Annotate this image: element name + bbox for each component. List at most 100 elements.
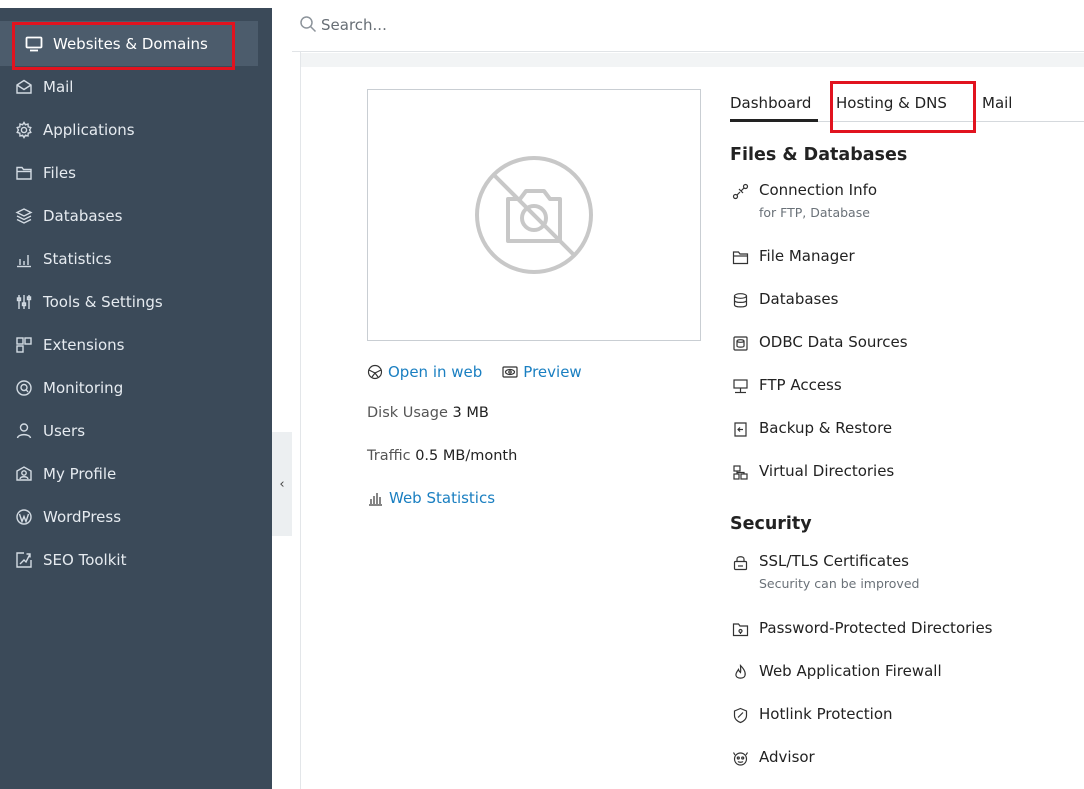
advisor-label: Advisor (759, 748, 815, 766)
ssl-tls-label: SSL/TLS Certificates (759, 552, 909, 570)
virtual-directories-item[interactable]: Virtual Directories (730, 462, 894, 482)
backup-restore-item[interactable]: Backup & Restore (730, 419, 892, 439)
sidebar-item-monitoring[interactable]: Monitoring (14, 370, 272, 406)
ftp-access-item[interactable]: FTP Access (730, 376, 842, 396)
envelope-icon (14, 77, 34, 97)
sidebar-item-extensions[interactable]: Extensions (14, 327, 272, 363)
sidebar-top-strip (0, 0, 272, 8)
search-input[interactable] (321, 12, 721, 38)
connection-info-item[interactable]: Connection Info for FTP, Database (730, 181, 877, 220)
lock-icon (730, 552, 750, 572)
web-statistics-label: Web Statistics (389, 489, 496, 507)
site-links-row: Open in web Preview (367, 361, 582, 383)
database-icon (730, 290, 750, 310)
open-in-web-label: Open in web (388, 363, 483, 381)
tab-dashboard[interactable]: Dashboard (730, 92, 818, 122)
disk-usage-info: Disk Usage 3 MB (367, 405, 489, 421)
databases-item[interactable]: Databases (730, 290, 838, 310)
sidebar-item-my-profile[interactable]: My Profile (14, 456, 272, 492)
odbc-data-sources-label: ODBC Data Sources (759, 333, 908, 351)
sidebar-item-label: Websites & Domains (53, 34, 208, 53)
sidebar-item-wordpress[interactable]: WordPress (14, 499, 272, 535)
sidebar-item-label: Files (43, 164, 76, 182)
web-statistics-link[interactable]: Web Statistics (367, 489, 495, 507)
content-top-band (301, 53, 1084, 67)
sidebar-item-label: Monitoring (43, 379, 124, 397)
files-databases-heading: Files & Databases (730, 145, 908, 165)
databases-label: Databases (759, 290, 839, 308)
sidebar-item-mail[interactable]: Mail (14, 69, 272, 105)
ssl-tls-certificates-item[interactable]: SSL/TLS Certificates Security can be impr… (730, 552, 919, 591)
advisor-icon (730, 748, 750, 768)
protected-folder-icon (730, 619, 750, 639)
sidebar-item-statistics[interactable]: Statistics (14, 241, 272, 277)
sidebar-item-label: Extensions (43, 336, 125, 354)
tab-mail[interactable]: Mail (982, 92, 1012, 122)
folder-icon (730, 247, 750, 267)
chevron-left-icon: ‹ (279, 476, 285, 492)
search-icon (299, 15, 317, 33)
sliders-icon (14, 292, 34, 312)
sidebar-item-databases[interactable]: Databases (14, 198, 272, 234)
site-preview-thumbnail (367, 89, 701, 341)
odbc-data-sources-item[interactable]: ODBC Data Sources (730, 333, 908, 353)
ssl-tls-sub: Security can be improved (759, 576, 920, 591)
collapse-strip (272, 0, 292, 789)
tab-hosting-dns[interactable]: Hosting & DNS (836, 92, 982, 122)
sidebar-item-websites-domains[interactable]: Websites & Domains (0, 21, 258, 66)
bar-chart-icon (369, 493, 382, 506)
sidebar-item-label: Applications (43, 121, 135, 139)
open-in-web-link[interactable]: Open in web (367, 363, 482, 381)
tab-bar: Dashboard Hosting & DNS Mail (730, 92, 1012, 122)
sidebar-item-label: Databases (43, 207, 123, 225)
virtual-directories-label: Virtual Directories (759, 462, 895, 480)
disk-usage-value: 3 MB (452, 405, 489, 421)
file-manager-item[interactable]: File Manager (730, 247, 855, 267)
profile-icon (14, 464, 34, 484)
preview-link[interactable]: Preview (502, 363, 582, 381)
sidebar-item-files[interactable]: Files (14, 155, 272, 191)
monitor-icon (24, 34, 44, 54)
backup-restore-label: Backup & Restore (759, 419, 893, 437)
sidebar-item-tools-settings[interactable]: Tools & Settings (14, 284, 272, 320)
password-protected-directories-label: Password-Protected Directories (759, 619, 993, 637)
sidebar-item-users[interactable]: Users (14, 413, 272, 449)
sidebar-item-label: SEO Toolkit (43, 551, 127, 569)
sidebar-item-applications[interactable]: Applications (14, 112, 272, 148)
sidebar-item-label: Tools & Settings (43, 293, 163, 311)
backup-icon (730, 419, 750, 439)
traffic-info: Traffic 0.5 MB/month (367, 448, 517, 464)
web-application-firewall-label: Web Application Firewall (759, 662, 942, 680)
web-application-firewall-item[interactable]: Web Application Firewall (730, 662, 942, 682)
sidebar-item-label: Users (43, 422, 86, 440)
blocks-icon (14, 335, 34, 355)
shield-icon (730, 705, 750, 725)
preview-label: Preview (523, 363, 582, 381)
password-protected-directories-item[interactable]: Password-Protected Directories (730, 619, 993, 639)
user-icon (14, 421, 34, 441)
odbc-icon (730, 333, 750, 353)
seo-icon (14, 550, 34, 570)
disk-usage-label: Disk Usage (367, 405, 448, 421)
monitoring-icon (14, 378, 34, 398)
connection-info-label: Connection Info (759, 181, 878, 199)
preview-eye-icon (502, 366, 518, 378)
advisor-item[interactable]: Advisor (730, 748, 815, 768)
connection-icon (730, 181, 750, 201)
wordpress-icon (14, 507, 34, 527)
hotlink-protection-item[interactable]: Hotlink Protection (730, 705, 893, 725)
sidebar-collapse-button[interactable]: ‹ (272, 432, 292, 536)
security-heading: Security (730, 514, 812, 534)
sidebar-item-seo-toolkit[interactable]: SEO Toolkit (14, 542, 272, 578)
traffic-label: Traffic (367, 448, 411, 464)
ftp-icon (730, 376, 750, 396)
file-manager-label: File Manager (759, 247, 855, 265)
sidebar-item-label: WordPress (43, 508, 122, 526)
sidebar-item-label: Mail (43, 78, 74, 96)
flame-icon (730, 662, 750, 682)
globe-icon (367, 364, 383, 380)
sidebar-item-label: Statistics (43, 250, 112, 268)
traffic-value: 0.5 MB/month (415, 448, 518, 464)
directories-icon (730, 462, 750, 482)
ftp-access-label: FTP Access (759, 376, 842, 394)
